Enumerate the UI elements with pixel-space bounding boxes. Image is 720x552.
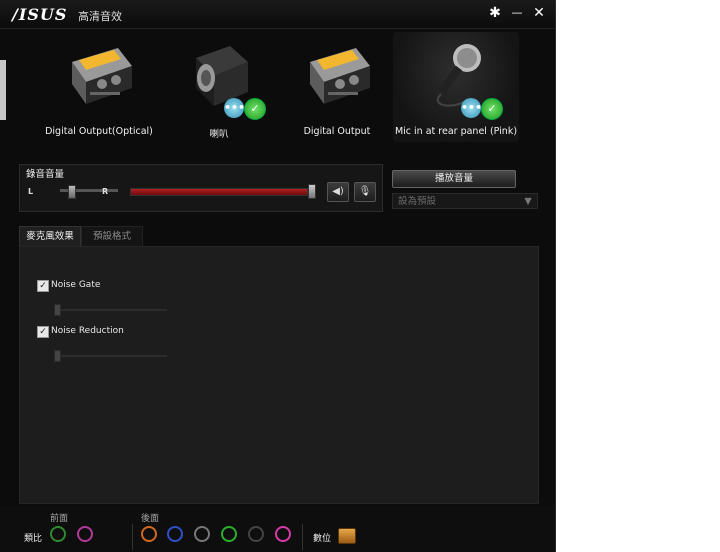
tab-default-format[interactable]: 預設格式 bbox=[81, 226, 143, 247]
device-digital-output[interactable]: Digital Output bbox=[274, 32, 400, 142]
recording-volume-track bbox=[130, 188, 308, 196]
digital-output-device-icon bbox=[72, 48, 132, 104]
chat-icon: ••• bbox=[224, 98, 245, 118]
recording-volume-title: 錄音音量 bbox=[26, 169, 65, 180]
balance-right-label: R bbox=[102, 187, 109, 196]
gear-icon[interactable]: ✱ bbox=[486, 4, 504, 22]
device-list: Digital Output(Optical) ••• ✓ 喇叭 Digital… bbox=[0, 30, 555, 146]
noise-gate-checkbox[interactable]: ✓ bbox=[37, 280, 49, 292]
balance-left-label: L bbox=[28, 187, 34, 196]
set-default-dropdown[interactable]: 設為預設 ▼ bbox=[392, 193, 538, 209]
recording-volume-slider[interactable] bbox=[308, 184, 316, 199]
noise-reduction-slider[interactable] bbox=[54, 350, 61, 362]
noise-gate-track bbox=[55, 309, 167, 311]
asus-logo: /ISUS bbox=[12, 5, 68, 24]
tab-mic-effects[interactable]: 麥克風效果 bbox=[19, 226, 81, 247]
noise-gate-slider[interactable] bbox=[54, 304, 61, 316]
device-label: Mic in at rear panel (Pink) bbox=[394, 126, 518, 137]
title-bar[interactable]: /ISUS 高清音效 ✱ — ✕ bbox=[0, 0, 555, 29]
chat-icon: ••• bbox=[461, 98, 482, 118]
mic-effects-panel: ✓ Noise Gate ✓ Noise Reduction bbox=[19, 246, 539, 504]
rear-jack-pink[interactable] bbox=[275, 526, 291, 542]
noise-reduction-label: Noise Reduction bbox=[51, 326, 124, 336]
device-mic-rear-panel[interactable]: ••• ✓ Mic in at rear panel (Pink) bbox=[393, 32, 519, 142]
rear-jacks-label: 後面 bbox=[141, 514, 160, 524]
device-label: Digital Output bbox=[303, 126, 371, 137]
device-label: Digital Output(Optical) bbox=[45, 126, 153, 137]
device-label: 喇叭 bbox=[209, 129, 229, 140]
background-scrollbar bbox=[0, 60, 6, 120]
noise-reduction-checkbox[interactable]: ✓ bbox=[37, 326, 49, 338]
speaker-icon bbox=[196, 46, 248, 106]
rear-jack-blue[interactable] bbox=[167, 526, 183, 542]
front-jack-pink[interactable] bbox=[77, 526, 93, 542]
jack-panel: 前面 類比 後面 數位 bbox=[0, 506, 555, 552]
device-speaker[interactable]: ••• ✓ 喇叭 bbox=[156, 32, 282, 142]
device-digital-output-optical[interactable]: Digital Output(Optical) bbox=[36, 32, 162, 142]
rear-jack-gray[interactable] bbox=[194, 526, 210, 542]
playback-volume-button[interactable]: 播放音量 bbox=[392, 170, 516, 188]
close-button[interactable]: ✕ bbox=[530, 4, 548, 22]
rear-jack-green[interactable] bbox=[221, 526, 237, 542]
analog-label: 類比 bbox=[24, 534, 43, 544]
front-jacks-label: 前面 bbox=[50, 514, 69, 524]
digital-output-device-icon bbox=[310, 48, 370, 104]
digital-label: 數位 bbox=[313, 534, 332, 544]
noise-reduction-track bbox=[55, 355, 167, 357]
chevron-down-icon: ▼ bbox=[524, 196, 532, 207]
rear-jack-orange[interactable] bbox=[141, 526, 157, 542]
speaker-mute-icon[interactable]: ◀) bbox=[327, 182, 349, 202]
check-icon: ✓ bbox=[244, 98, 266, 120]
noise-gate-label: Noise Gate bbox=[51, 280, 101, 290]
rear-jack-black[interactable] bbox=[248, 526, 264, 542]
divider bbox=[302, 524, 303, 550]
microphone-icon bbox=[437, 44, 481, 107]
microphone-toggle-icon[interactable]: 🎙 bbox=[354, 182, 376, 202]
balance-slider[interactable] bbox=[68, 185, 76, 199]
set-default-label: 設為預設 bbox=[398, 196, 437, 207]
minimize-button[interactable]: — bbox=[508, 4, 526, 22]
app-title: 高清音效 bbox=[78, 10, 122, 23]
divider bbox=[132, 524, 133, 550]
audio-manager-window: /ISUS 高清音效 ✱ — ✕ Digital Output(Optical) bbox=[0, 0, 556, 552]
check-icon: ✓ bbox=[481, 98, 503, 120]
recording-volume-panel: 錄音音量 L R ◀) 🎙 bbox=[19, 164, 383, 212]
digital-jack-icon[interactable] bbox=[338, 528, 356, 544]
front-jack-green[interactable] bbox=[50, 526, 66, 542]
